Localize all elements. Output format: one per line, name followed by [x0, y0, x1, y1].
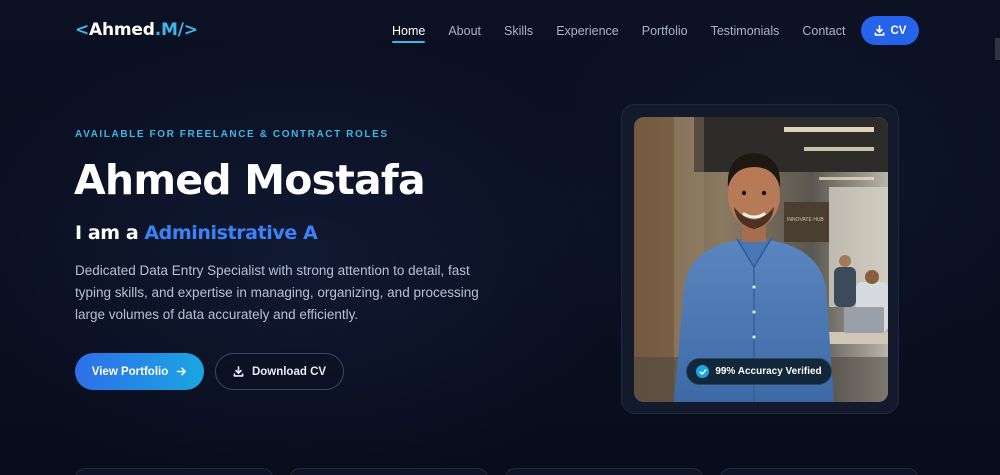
view-portfolio-button[interactable]: View Portfolio — [75, 353, 204, 390]
site-logo[interactable]: <Ahmed.M/> — [75, 20, 198, 40]
nav-cv-label: CV — [890, 24, 907, 37]
section-card — [290, 468, 488, 475]
logo-bracket-open: < — [75, 20, 90, 40]
hero-role: I am a Administrative A — [75, 222, 318, 244]
view-portfolio-label: View Portfolio — [91, 365, 169, 378]
top-navbar: <Ahmed.M/> Home About Skills Experience … — [0, 0, 1000, 62]
office-sign-text: INNOVATE HUB — [787, 217, 824, 223]
section-card — [75, 468, 273, 475]
role-prefix: I am a — [75, 222, 139, 244]
nav-testimonials[interactable]: Testimonials — [711, 24, 780, 42]
logo-initial: .M — [154, 20, 178, 40]
nav-home[interactable]: Home — [392, 24, 426, 43]
logo-bracket-close: /> — [177, 20, 198, 40]
nav-menu: Home About Skills Experience Portfolio T… — [392, 24, 868, 43]
nav-contact[interactable]: Contact — [802, 24, 845, 42]
nav-skills[interactable]: Skills — [504, 24, 533, 42]
next-section-cards — [0, 468, 1000, 475]
hero-name: Ahmed Mostafa — [74, 156, 426, 204]
download-icon — [874, 25, 884, 36]
download-cv-label: Download CV — [251, 365, 327, 378]
scrollbar-edge[interactable] — [995, 38, 1000, 60]
nav-cv-button[interactable]: CV — [861, 16, 919, 45]
section-card — [505, 468, 703, 475]
nav-portfolio[interactable]: Portfolio — [642, 24, 688, 42]
download-cv-button[interactable]: Download CV — [215, 353, 344, 390]
nav-experience[interactable]: Experience — [556, 24, 619, 42]
hero-description: Dedicated Data Entry Specialist with str… — [75, 263, 479, 322]
accuracy-badge: 99% Accuracy Verified — [686, 358, 832, 385]
download-icon — [233, 366, 244, 377]
arrow-right-icon — [176, 367, 187, 376]
logo-name: Ahmed — [89, 20, 155, 40]
check-circle-icon — [696, 365, 710, 378]
role-typed-text: Administrative A — [144, 222, 318, 244]
availability-tagline: AVAILABLE FOR FREELANCE & CONTRACT ROLES — [75, 129, 389, 140]
nav-about[interactable]: About — [448, 24, 481, 42]
accuracy-badge-label: 99% Accuracy Verified — [715, 366, 822, 377]
section-card — [720, 468, 918, 475]
